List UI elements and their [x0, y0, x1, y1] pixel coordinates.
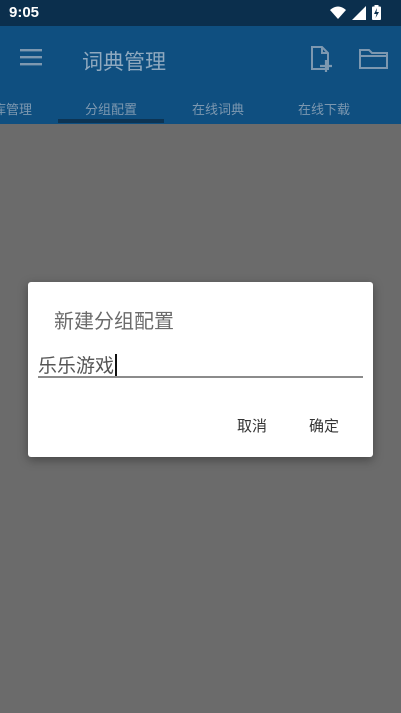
tab-indicator	[58, 119, 164, 123]
cellular-signal-icon	[352, 5, 366, 24]
folder-icon[interactable]	[358, 47, 390, 75]
menu-icon[interactable]	[20, 48, 42, 70]
status-bar: 9:05	[0, 0, 401, 26]
wifi-icon	[330, 5, 346, 24]
dialog-title: 新建分组配置	[54, 309, 174, 333]
tab-library[interactable]: 库管理	[0, 99, 32, 118]
app-bar: 词典管理 库管理 分组配置 在线词典 在线下载	[0, 26, 401, 124]
status-icons	[330, 5, 381, 24]
tab-bar: 库管理 分组配置 在线词典 在线下载	[0, 96, 401, 124]
group-name-value: 乐乐游戏	[38, 355, 115, 377]
tab-online-download[interactable]: 在线下载	[298, 99, 350, 118]
tab-online-dictionary[interactable]: 在线词典	[192, 99, 244, 118]
confirm-button[interactable]: 确定	[309, 415, 339, 436]
cancel-button[interactable]: 取消	[237, 415, 267, 436]
add-document-icon[interactable]	[308, 45, 334, 77]
new-group-dialog: 新建分组配置 乐乐游戏 取消 确定	[28, 282, 373, 457]
battery-charging-icon	[372, 5, 381, 24]
text-cursor	[115, 354, 118, 376]
group-name-input[interactable]: 乐乐游戏	[38, 348, 363, 378]
page-title: 词典管理	[82, 50, 166, 74]
tab-group-config[interactable]: 分组配置	[85, 99, 137, 118]
status-time: 9:05	[9, 4, 40, 21]
